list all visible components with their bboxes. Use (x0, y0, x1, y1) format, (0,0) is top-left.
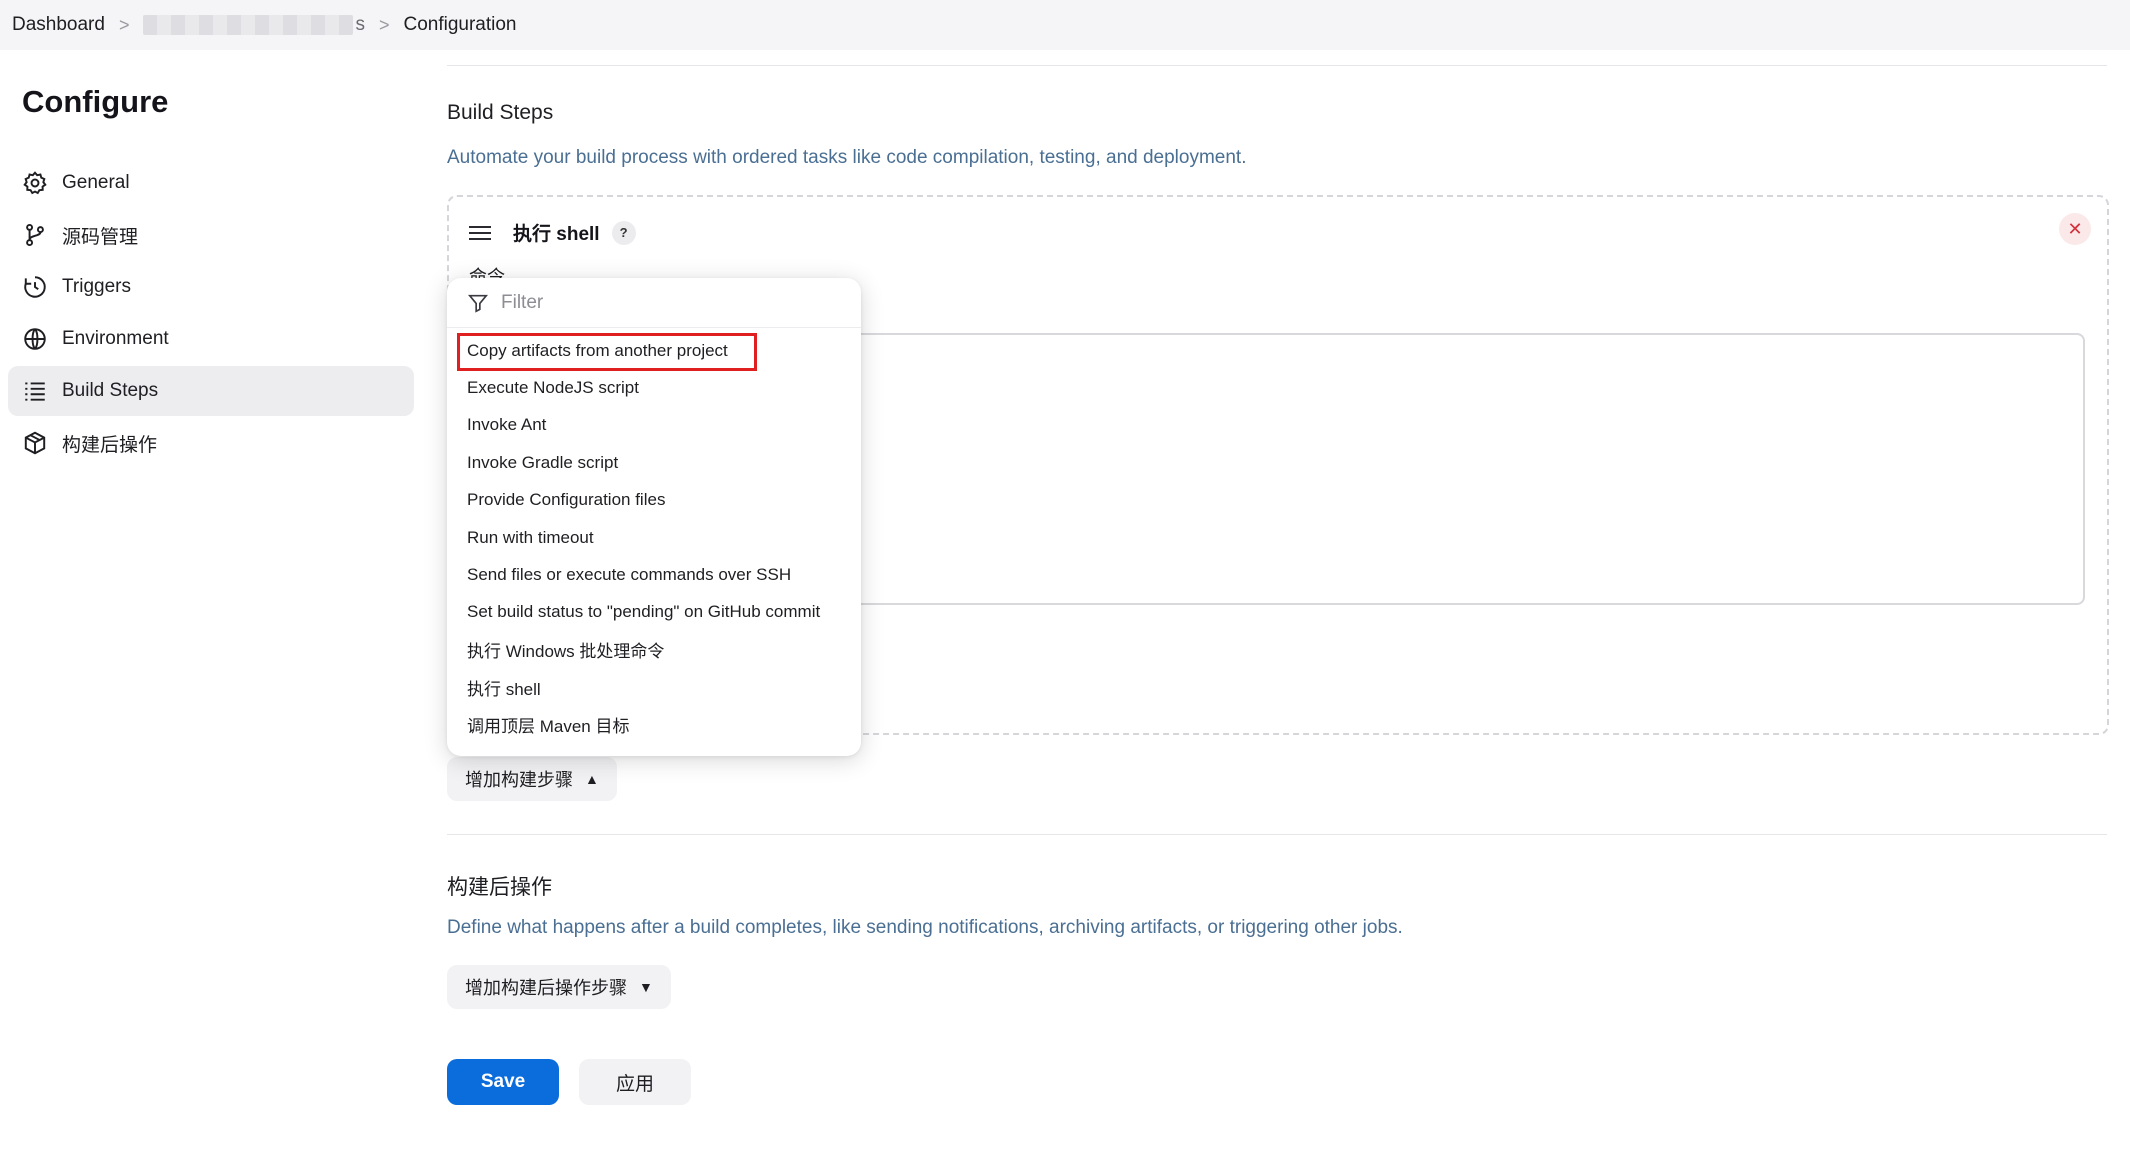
build-step-header: 执行 shell ? (469, 219, 636, 246)
sidebar-item-environment[interactable]: Environment (8, 314, 414, 364)
git-branch-icon (22, 222, 48, 248)
breadcrumb-project-tail[interactable]: s (355, 14, 365, 36)
build-steps-description: Automate your build process with ordered… (447, 147, 1247, 168)
filter-icon (468, 294, 488, 313)
chevron-down-icon: ▼ (639, 979, 653, 995)
menu-item-execute-nodejs[interactable]: Execute NodeJS script (447, 369, 861, 406)
sidebar-item-post-build[interactable]: 构建后操作 (8, 418, 414, 468)
globe-icon (22, 326, 48, 352)
breadcrumb-separator: > (378, 14, 390, 35)
build-step-title: 执行 shell (513, 224, 600, 245)
add-post-build-step-label: 增加构建后操作步骤 (465, 978, 627, 998)
add-build-step-button[interactable]: 增加构建步骤 ▲ (447, 757, 617, 801)
menu-item-run-with-timeout[interactable]: Run with timeout (447, 519, 861, 556)
sidebar-item-source-code[interactable]: 源码管理 (8, 210, 414, 260)
add-post-build-step-button[interactable]: 增加构建后操作步骤 ▼ (447, 965, 671, 1009)
sidebar-item-label: Triggers (62, 276, 131, 297)
post-build-title: 构建后操作 (447, 876, 552, 899)
save-button[interactable]: Save (447, 1059, 559, 1105)
sidebar-item-label: Build Steps (62, 380, 159, 401)
menu-item-invoke-gradle[interactable]: Invoke Gradle script (447, 444, 861, 481)
sidebar-title: Configure (22, 84, 169, 119)
sidebar-item-label: 构建后操作 (62, 434, 158, 456)
drag-handle-icon[interactable] (469, 225, 491, 240)
package-icon (22, 430, 48, 456)
sidebar-item-triggers[interactable]: Triggers (8, 262, 414, 312)
close-icon[interactable]: ✕ (2059, 213, 2091, 245)
menu-item-windows-batch[interactable]: 执行 Windows 批处理命令 (447, 631, 861, 668)
add-build-step-label: 增加构建步骤 (465, 770, 573, 790)
menu-item-copy-artifacts[interactable]: Copy artifacts from another project (447, 332, 861, 372)
sidebar-nav: General 源码管理 Triggers Environment Build … (8, 158, 414, 470)
help-icon[interactable]: ? (611, 220, 636, 245)
gear-icon (22, 170, 48, 196)
menu-item-maven-target[interactable]: 调用顶层 Maven 目标 (447, 706, 861, 743)
breadcrumb-configuration[interactable]: Configuration (403, 14, 516, 36)
divider (447, 834, 2107, 835)
breadcrumb-separator: > (118, 14, 130, 35)
sidebar-item-label: 源码管理 (62, 226, 139, 248)
divider (447, 65, 2107, 66)
sidebar-item-label: General (62, 172, 130, 193)
build-steps-title: Build Steps (447, 101, 554, 124)
menu-item-invoke-ant[interactable]: Invoke Ant (447, 407, 861, 444)
breadcrumb-project-redacted[interactable] (143, 15, 354, 35)
menu-item-provide-config-files[interactable]: Provide Configuration files (447, 482, 861, 519)
menu-item-execute-shell[interactable]: 执行 shell (447, 669, 861, 706)
clock-icon (22, 274, 48, 300)
sidebar-item-label: Environment (62, 328, 169, 349)
apply-button[interactable]: 应用 (579, 1059, 691, 1105)
menu-item-github-pending[interactable]: Set build status to "pending" on GitHub … (447, 594, 861, 631)
menu-item-send-files-ssh[interactable]: Send files or execute commands over SSH (447, 556, 861, 593)
sidebar-item-general[interactable]: General (8, 158, 414, 208)
post-build-description: Define what happens after a build comple… (447, 917, 1403, 938)
breadcrumb: Dashboard > s > Configuration (0, 0, 2130, 50)
list-icon (22, 378, 48, 404)
add-build-step-dropdown: Copy artifacts from another project Exec… (447, 278, 861, 756)
sidebar-item-build-steps[interactable]: Build Steps (8, 366, 414, 416)
menu-list: Copy artifacts from another project Exec… (447, 328, 861, 743)
filter-row (447, 278, 861, 328)
filter-input[interactable] (499, 290, 843, 315)
breadcrumb-dashboard[interactable]: Dashboard (12, 14, 105, 36)
chevron-up-icon: ▲ (585, 771, 599, 787)
